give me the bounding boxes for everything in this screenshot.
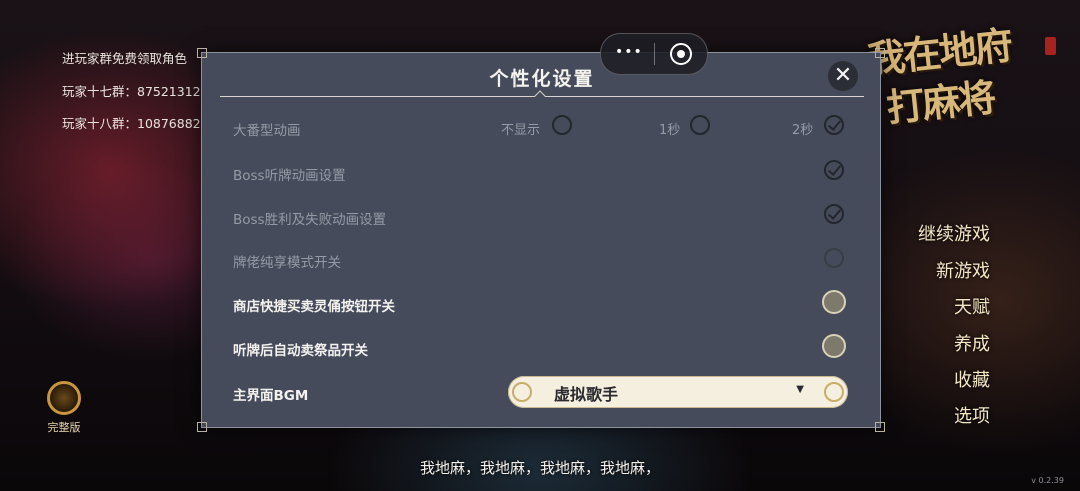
- panel-corner: [875, 422, 885, 432]
- group-promo-text: 进玩家群免费领取角色: [62, 51, 188, 66]
- pure-mode-label: 牌佬纯享模式开关: [233, 255, 341, 271]
- panel-corner: [875, 48, 885, 58]
- group-17-text: 玩家十七群：87521312: [62, 84, 201, 99]
- option-1s-label: 1秒: [659, 123, 681, 138]
- mini-program-capsule: •••: [600, 33, 708, 75]
- boss-ready-animation-checkbox[interactable]: [824, 160, 844, 180]
- panel-corner: [197, 422, 207, 432]
- option-2s-radio[interactable]: [824, 115, 844, 135]
- more-dots-icon[interactable]: •••: [615, 44, 643, 60]
- chevron-down-icon: ▼: [796, 384, 804, 395]
- auto-sell-offerings-label: 听牌后自动卖祭品开关: [233, 343, 368, 359]
- full-version-label: 完整版: [47, 421, 81, 434]
- logo-seal: [1045, 37, 1056, 55]
- title-divider-ornament: [534, 90, 546, 102]
- record-circle-icon[interactable]: [670, 43, 692, 65]
- shop-quick-trade-label: 商店快捷买卖灵俑按钮开关: [233, 299, 395, 315]
- option-hide-radio[interactable]: [552, 115, 572, 135]
- boss-result-animation-label: Boss胜利及失败动画设置: [233, 212, 387, 228]
- big-hand-animation-label: 大番型动画: [233, 123, 301, 139]
- bgm-select[interactable]: 虚拟歌手 ▼: [508, 376, 848, 408]
- dialogue-subtitle: 我地麻，我地麻，我地麻，我地麻，: [419, 459, 660, 477]
- panel-title: 个性化设置: [489, 68, 595, 90]
- dropdown-right-ornament-icon: [824, 382, 844, 402]
- settings-panel: 个性化设置 ✕ 大番型动画 不显示 1秒 2秒 Boss听牌动画设置 Boss胜…: [197, 48, 885, 432]
- version-label: v 0.2.39: [1031, 476, 1064, 485]
- bgm-label: 主界面BGM: [233, 388, 309, 404]
- shop-quick-trade-toggle[interactable]: [822, 290, 846, 314]
- auto-sell-offerings-toggle[interactable]: [822, 334, 846, 358]
- panel-corner: [197, 48, 207, 58]
- game-logo-line2: 打麻将: [884, 74, 997, 131]
- option-2s-label: 2秒: [792, 123, 814, 138]
- bgm-selected-value: 虚拟歌手: [554, 385, 619, 404]
- boss-result-animation-checkbox[interactable]: [824, 204, 844, 224]
- group-18-text: 玩家十八群：10876882: [62, 116, 201, 131]
- game-logo: 我在地府 打麻将: [861, 19, 1055, 177]
- full-version-badge[interactable]: 完整版: [38, 381, 90, 435]
- option-hide-label: 不显示: [501, 123, 541, 138]
- pure-mode-checkbox[interactable]: [824, 248, 844, 268]
- option-1s-radio[interactable]: [690, 115, 710, 135]
- full-version-emblem-icon: [47, 381, 81, 415]
- capsule-divider: [654, 43, 655, 65]
- close-x-icon[interactable]: ✕: [828, 61, 858, 91]
- dropdown-left-ornament-icon: [512, 382, 532, 402]
- boss-ready-animation-label: Boss听牌动画设置: [233, 168, 346, 184]
